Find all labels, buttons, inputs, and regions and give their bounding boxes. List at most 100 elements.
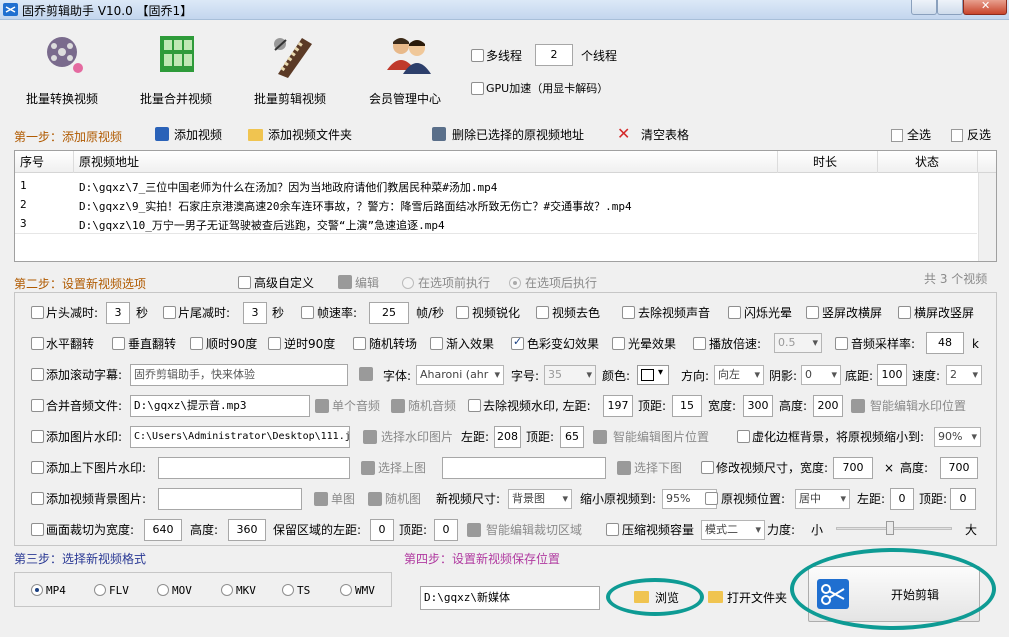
table-row[interactable]: 3 D:\gqxz\10_万宁一男子无证驾驶被查后逃跑，交警“上演”急速追逐.m… — [15, 215, 977, 233]
thread-count-input[interactable]: 2 — [535, 44, 573, 66]
crop-width-input[interactable]: 640 — [144, 519, 182, 541]
rand-trans-checkbox[interactable] — [353, 337, 366, 350]
select-all-button[interactable]: 全选 — [907, 128, 931, 142]
img-wm-checkbox[interactable] — [31, 430, 44, 443]
tail-cut-input[interactable]: 3 — [243, 302, 267, 324]
v2h-checkbox[interactable] — [806, 306, 819, 319]
subtitle-edit-icon[interactable] — [359, 367, 373, 381]
batch-cut-button[interactable]: 批量剪辑视频 — [240, 30, 340, 110]
keep-top-input[interactable]: 0 — [434, 519, 458, 541]
member-center-button[interactable]: 会员管理中心 — [355, 30, 455, 110]
smart-crop-button[interactable]: 智能编辑裁切区域 — [486, 523, 582, 537]
slider-thumb[interactable] — [886, 521, 894, 535]
smart-img-button[interactable]: 智能编辑图片位置 — [613, 430, 709, 444]
choose-top-button[interactable]: 选择上图 — [378, 461, 426, 475]
crop-height-input[interactable]: 360 — [228, 519, 266, 541]
wm-top-input[interactable]: 15 — [672, 395, 702, 417]
framerate-input[interactable]: 25 — [369, 302, 409, 324]
hflip-checkbox[interactable] — [31, 337, 44, 350]
speed-checkbox[interactable] — [693, 337, 706, 350]
audio-path-input[interactable]: D:\gqxz\提示音.mp3 — [130, 395, 310, 417]
resize-width-input[interactable]: 700 — [833, 457, 873, 479]
keep-left-input[interactable]: 0 — [370, 519, 394, 541]
vflip-checkbox[interactable] — [112, 337, 125, 350]
maximize-button[interactable] — [937, 0, 963, 15]
framerate-checkbox[interactable] — [301, 306, 314, 319]
batch-merge-button[interactable]: 批量合并视频 — [126, 30, 226, 110]
flash-checkbox[interactable] — [728, 306, 741, 319]
halo-checkbox[interactable] — [612, 337, 625, 350]
before-option-radio[interactable] — [402, 277, 414, 289]
remove-wm-checkbox[interactable] — [468, 399, 481, 412]
wm-width-input[interactable]: 300 — [743, 395, 773, 417]
color-picker[interactable]: ▾ — [637, 365, 669, 385]
table-row[interactable]: 1 D:\gqxz\7_三位中国老师为什么在汤加？因为当地政府请他们教居民种菜#… — [15, 177, 977, 195]
merge-audio-checkbox[interactable] — [31, 399, 44, 412]
add-video-button[interactable]: 添加视频 — [174, 128, 222, 142]
resize-checkbox[interactable] — [701, 461, 714, 474]
sharpen-checkbox[interactable] — [456, 306, 469, 319]
bottom-input[interactable]: 100 — [877, 364, 907, 386]
orig-pos-checkbox[interactable] — [705, 492, 718, 505]
choose-wm-button[interactable]: 选择水印图片 — [381, 430, 453, 444]
add-folder-button[interactable]: 添加视频文件夹 — [268, 128, 352, 142]
smart-wm-button[interactable]: 智能编辑水印位置 — [870, 399, 966, 413]
header-status[interactable]: 状态 — [915, 155, 939, 169]
color-fx-checkbox[interactable] — [511, 335, 524, 350]
font-select[interactable]: Aharoni (ahr — [416, 365, 504, 385]
subtitle-text-input[interactable]: 固乔剪辑助手，快来体验 — [130, 364, 348, 386]
blur-bg-checkbox[interactable] — [737, 430, 750, 443]
header-path[interactable]: 原视频地址 — [79, 155, 139, 169]
iw-left-input[interactable]: 208 — [494, 426, 521, 448]
decolor-checkbox[interactable] — [536, 306, 549, 319]
tail-cut-checkbox[interactable] — [163, 306, 176, 319]
direction-select[interactable]: 向左 — [714, 365, 764, 385]
sample-rate-input[interactable]: 48 — [926, 332, 964, 354]
table-vscrollbar[interactable] — [978, 173, 996, 261]
img-wm-path-input[interactable]: C:\Users\Administrator\Desktop\111.j — [130, 426, 350, 448]
minimize-button[interactable] — [911, 0, 937, 15]
bottom-img-input[interactable] — [442, 457, 606, 479]
ccw90-checkbox[interactable] — [268, 337, 281, 350]
orig-pos-select[interactable]: 居中 — [795, 489, 850, 509]
remove-audio-checkbox[interactable] — [622, 306, 635, 319]
edit-button[interactable]: 编辑 — [355, 276, 379, 290]
choose-bottom-button[interactable]: 选择下图 — [634, 461, 682, 475]
random-img-button[interactable]: 随机图 — [385, 492, 421, 506]
open-folder-button[interactable]: 打开文件夹 — [727, 591, 787, 605]
pos-left-input[interactable]: 0 — [890, 488, 914, 510]
delete-selected-button[interactable]: 删除已选择的原视频地址 — [452, 128, 584, 142]
format-radio-mkv[interactable] — [221, 584, 233, 596]
format-radio-ts[interactable] — [282, 584, 294, 596]
resize-height-input[interactable]: 700 — [940, 457, 978, 479]
random-audio-button[interactable]: 随机音频 — [408, 399, 456, 413]
compress-mode-select[interactable]: 模式二 — [701, 520, 765, 540]
font-size-select[interactable]: 35 — [544, 365, 596, 385]
head-cut-input[interactable]: 3 — [106, 302, 130, 324]
batch-convert-button[interactable]: 批量转换视频 — [12, 30, 112, 110]
browse-button[interactable]: 浏览 — [655, 591, 679, 605]
video-table[interactable]: 序号 原视频地址 时长 状态 1 D:\gqxz\7_三位中国老师为什么在汤加？… — [14, 150, 997, 262]
single-img-button[interactable]: 单图 — [331, 492, 355, 506]
fade-in-checkbox[interactable] — [430, 337, 443, 350]
after-option-radio[interactable] — [509, 277, 521, 289]
sample-rate-checkbox[interactable] — [835, 337, 848, 350]
format-radio-mp4[interactable] — [31, 584, 43, 596]
wm-left-input[interactable]: 197 — [603, 395, 633, 417]
shadow-select[interactable]: 0 — [801, 365, 841, 385]
single-audio-button[interactable]: 单个音频 — [332, 399, 380, 413]
cw90-checkbox[interactable] — [190, 337, 203, 350]
bg-img-checkbox[interactable] — [31, 492, 44, 505]
head-cut-checkbox[interactable] — [31, 306, 44, 319]
table-row[interactable]: 2 D:\gqxz\9_实拍！石家庄京港澳高速20余车连环事故，？警方：降雪后路… — [15, 196, 977, 214]
header-duration[interactable]: 时长 — [813, 155, 837, 169]
gpu-checkbox[interactable] — [471, 82, 484, 95]
format-radio-mov[interactable] — [157, 584, 169, 596]
h2v-checkbox[interactable] — [898, 306, 911, 319]
strength-slider[interactable] — [836, 521, 952, 537]
blur-select[interactable]: 90% — [934, 427, 981, 447]
save-path-input[interactable]: D:\gqxz\新媒体 — [420, 586, 600, 610]
scroll-sub-checkbox[interactable] — [31, 368, 44, 381]
format-radio-flv[interactable] — [94, 584, 106, 596]
tb-wm-checkbox[interactable] — [31, 461, 44, 474]
